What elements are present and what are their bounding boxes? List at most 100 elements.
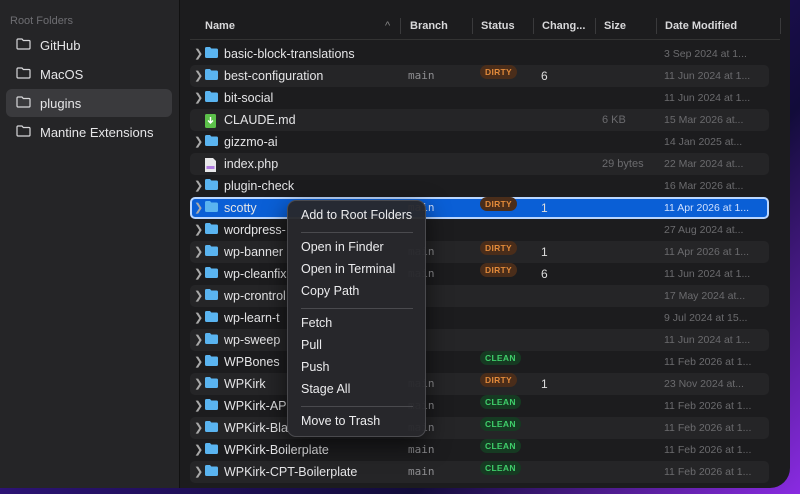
menu-item-pull[interactable]: Pull	[293, 335, 420, 355]
item-name: wp-sweep	[224, 329, 280, 351]
chevron-right-icon[interactable]: ❯	[194, 263, 203, 285]
chevron-right-icon[interactable]: ❯	[194, 285, 203, 307]
date-modified: 14 Jan 2025 at...	[664, 131, 742, 153]
column-header-name[interactable]: Name	[205, 12, 235, 40]
sidebar-item-macos[interactable]: MacOS	[6, 60, 172, 88]
date-modified: 22 Mar 2024 at...	[664, 153, 743, 175]
chevron-right-icon[interactable]: ❯	[194, 131, 203, 153]
menu-item-stage-all[interactable]: Stage All	[293, 379, 420, 399]
sidebar-item-mantine-extensions[interactable]: Mantine Extensions	[6, 118, 172, 146]
item-name: index.php	[224, 153, 278, 175]
chevron-right-icon[interactable]: ❯	[194, 329, 203, 351]
date-modified: 11 Apr 2026 at 1...	[664, 197, 749, 219]
table-row[interactable]: ❯wp-cleanfixmainDIRTY611 Jun 2024 at 1..…	[190, 263, 769, 285]
date-modified: 16 Mar 2026 at...	[664, 175, 743, 197]
menu-item-open-in-finder[interactable]: Open in Finder	[293, 237, 420, 257]
table-row[interactable]: ❯WPKirk-BlamainCLEAN11 Feb 2026 at 1...	[190, 417, 769, 439]
item-name: WPKirk-Boilerplate	[224, 439, 329, 461]
column-header-status[interactable]: Status	[481, 12, 515, 40]
chevron-right-icon[interactable]: ❯	[194, 373, 203, 395]
column-header-size[interactable]: Size	[604, 12, 626, 40]
chevron-right-icon[interactable]: ❯	[194, 417, 203, 439]
folder-icon	[205, 307, 218, 329]
status-badge: CLEAN	[480, 351, 521, 365]
table-row[interactable]: ❯wordpress-27 Aug 2024 at...	[190, 219, 769, 241]
table-row[interactable]: ❯bit-social11 Jun 2024 at 1...	[190, 87, 769, 109]
item-name: WPKirk-AP	[224, 395, 287, 417]
date-modified: 11 Jun 2024 at 1...	[664, 329, 750, 351]
date-modified: 11 Apr 2026 at 1...	[664, 241, 749, 263]
status-badge: CLEAN	[480, 417, 521, 431]
date-modified: 27 Aug 2024 at...	[664, 219, 743, 241]
folder-icon	[205, 241, 218, 263]
chevron-right-icon[interactable]: ❯	[194, 219, 203, 241]
menu-item-add-to-root-folders[interactable]: Add to Root Folders	[293, 205, 420, 225]
folder-icon	[205, 65, 218, 87]
menu-item-open-in-terminal[interactable]: Open in Terminal	[293, 259, 420, 279]
chevron-right-icon[interactable]: ❯	[194, 197, 203, 219]
chevron-right-icon[interactable]: ❯	[194, 307, 203, 329]
date-modified: 11 Jun 2024 at 1...	[664, 65, 750, 87]
table-row[interactable]: ❯WPKirkmainDIRTY123 Nov 2024 at...	[190, 373, 769, 395]
table-row[interactable]: ❯ wp-crontrol 17 May 2024 at...	[190, 285, 769, 307]
table-row[interactable]: ❯WPKirk-BoilerplatemainCLEAN11 Feb 2026 …	[190, 439, 769, 461]
item-name: WPKirk	[224, 373, 266, 395]
table-row[interactable]: ❯ WPBones CLEAN 11 Feb 2026 at 1...	[190, 351, 769, 373]
chevron-right-icon[interactable]: ❯	[194, 439, 203, 461]
folder-icon	[205, 175, 218, 197]
table-row[interactable]: ❯wp-learn-t9 Jul 2024 at 15...	[190, 307, 769, 329]
chevron-right-icon[interactable]: ❯	[194, 43, 203, 65]
column-header-date-modified[interactable]: Date Modified	[665, 12, 737, 40]
menu-item-push[interactable]: Push	[293, 357, 420, 377]
menu-item-copy-path[interactable]: Copy Path	[293, 281, 420, 301]
folder-icon	[205, 351, 218, 373]
table-row[interactable]: ❯plugin-check16 Mar 2026 at...	[190, 175, 769, 197]
chevron-right-icon[interactable]: ❯	[194, 351, 203, 373]
table-row[interactable]: ❯best-configurationmainDIRTY611 Jun 2024…	[190, 65, 769, 87]
column-header-branch[interactable]: Branch	[410, 12, 448, 40]
folder-icon	[16, 125, 40, 140]
chevron-right-icon[interactable]: ❯	[194, 461, 203, 483]
status-badge: DIRTY	[480, 65, 517, 79]
sidebar-item-label: GitHub	[40, 38, 80, 53]
item-name: WPKirk-Bla	[224, 417, 288, 439]
date-modified: 11 Feb 2026 at 1...	[664, 439, 751, 461]
item-name: basic-block-translations	[224, 43, 355, 65]
table-row[interactable]: CLAUDE.md6 KB15 Mar 2026 at...	[190, 109, 769, 131]
item-name: gizzmo-ai	[224, 131, 278, 153]
sidebar-item-github[interactable]: GitHub	[6, 31, 172, 59]
changes-count: 1	[541, 373, 548, 395]
menu-item-fetch[interactable]: Fetch	[293, 313, 420, 333]
date-modified: 17 May 2024 at...	[664, 285, 745, 307]
sort-ascending-icon[interactable]: ^	[385, 12, 390, 40]
branch-name: main	[408, 65, 435, 87]
folder-icon	[205, 131, 218, 153]
table-row[interactable]: ❯ gizzmo-ai 14 Jan 2025 at...	[190, 131, 769, 153]
date-modified: 9 Jul 2024 at 15...	[664, 307, 747, 329]
sidebar: Root Folders GitHubMacOSpluginsMantine E…	[0, 0, 180, 488]
table-row[interactable]: ❯scottymainDIRTY111 Apr 2026 at 1...	[190, 197, 769, 219]
folder-icon	[205, 461, 218, 483]
column-header-changes[interactable]: Chang...	[542, 12, 585, 40]
chevron-right-icon[interactable]: ❯	[194, 65, 203, 87]
table-row[interactable]: ❯WPKirk-APmainCLEAN11 Feb 2026 at 1...	[190, 395, 769, 417]
date-modified: 11 Feb 2026 at 1...	[664, 351, 751, 373]
chevron-right-icon[interactable]: ❯	[194, 175, 203, 197]
chevron-right-icon[interactable]: ❯	[194, 87, 203, 109]
table-row[interactable]: ❯basic-block-translations3 Sep 2024 at 1…	[190, 43, 769, 65]
chevron-right-icon[interactable]: ❯	[194, 395, 203, 417]
table-row[interactable]: ❯ wp-sweep 11 Jun 2024 at 1...	[190, 329, 769, 351]
item-name: wp-crontrol	[224, 285, 286, 307]
chevron-right-icon[interactable]: ❯	[194, 241, 203, 263]
folder-icon	[205, 87, 218, 109]
item-name: WPBones	[224, 351, 280, 373]
table-row[interactable]: ❯WPKirk-CPT-BoilerplatemainCLEAN11 Feb 2…	[190, 461, 769, 483]
status-badge: CLEAN	[480, 439, 521, 453]
date-modified: 11 Jun 2024 at 1...	[664, 87, 750, 109]
sidebar-item-plugins[interactable]: plugins	[6, 89, 172, 117]
changes-count: 1	[541, 197, 548, 219]
table-row[interactable]: ❯wp-bannermainDIRTY111 Apr 2026 at 1...	[190, 241, 769, 263]
table-row[interactable]: index.php29 bytes22 Mar 2024 at...	[190, 153, 769, 175]
menu-item-move-to-trash[interactable]: Move to Trash	[293, 411, 420, 431]
menu-separator	[301, 406, 413, 407]
